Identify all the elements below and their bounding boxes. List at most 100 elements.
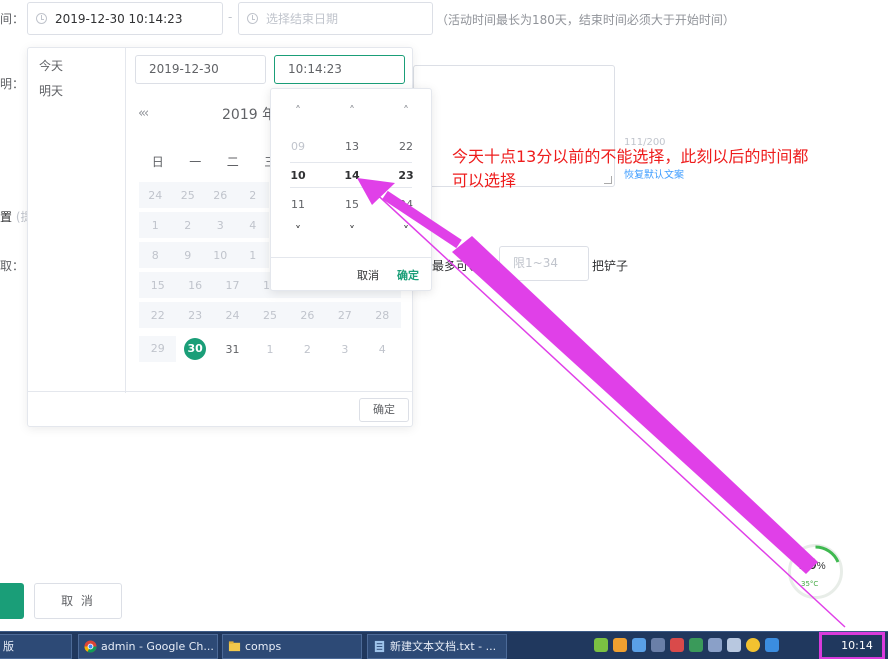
cancel-button[interactable]: 取 消 [34, 583, 122, 619]
hours-down-arrow[interactable]: ˅ [271, 224, 325, 238]
folder-icon [228, 641, 241, 652]
picker-footer: 确定 [28, 391, 412, 426]
annotation-note: 今天十点13分以前的不能选择，此刻以后的时间都 可以选择 [452, 145, 882, 193]
shortcut-today[interactable]: 今天 [28, 56, 125, 81]
shortcut-tomorrow[interactable]: 明天 [28, 81, 125, 106]
year-month-label: 2019 年 [222, 107, 277, 123]
taskbar-item-notepad[interactable]: 新建文本文档.txt - ... [367, 634, 507, 659]
description-label: 明： [0, 77, 25, 91]
input-method-icon[interactable] [632, 638, 646, 652]
gauge-temperature: 35°C [801, 580, 819, 588]
day-cell[interactable]: 3 [326, 343, 363, 356]
end-datetime-input[interactable]: 选择结束日期 [238, 2, 433, 35]
calendar-week-row: 1 2 3 4 [139, 212, 269, 238]
day-cell: 1 [249, 248, 257, 262]
receive-label: 取： [0, 259, 25, 273]
day-cell: 1 [151, 218, 159, 232]
day-cell: 2 [184, 218, 192, 232]
day-cell: 26 [300, 308, 315, 322]
day-cell: 25 [180, 188, 195, 202]
taskbar-clock[interactable]: 10:14 [819, 632, 885, 659]
hours-column[interactable]: ˄ 09 10 11 ˅ [271, 89, 325, 259]
today-badge: 30 [184, 338, 207, 360]
minute-option-selected[interactable]: 14 [325, 169, 379, 182]
calendar-week-row: 8 9 10 1 [139, 242, 269, 268]
start-datetime-input[interactable]: 2019-12-30 10:14:23 [27, 2, 223, 35]
picker-sidebar: 今天 明天 [28, 48, 126, 393]
prev-year-button[interactable]: «‹ [138, 106, 149, 121]
time-spinner-panel: ˄ 09 10 11 ˅ ˄ 13 14 15 ˅ ˄ 22 23 24 ˅ 取… [270, 88, 432, 291]
submit-button[interactable] [0, 583, 24, 619]
notepad-icon [374, 640, 385, 653]
day-cell: 16 [188, 278, 203, 292]
weekday-label: 一 [189, 154, 202, 169]
hours-up-arrow[interactable]: ˄ [271, 104, 325, 118]
picker-confirm-button[interactable]: 确定 [359, 398, 409, 422]
picker-date-input[interactable]: 2019-12-30 [135, 55, 266, 84]
weekday-label: 日 [151, 154, 164, 169]
calendar-week-row: 22 23 24 25 26 27 28 [139, 302, 401, 328]
chrome-icon [84, 640, 97, 653]
max-receive-label: 最多可领取 [432, 259, 493, 273]
minutes-down-arrow[interactable]: ˅ [325, 224, 379, 238]
today-cell[interactable]: 30 [176, 338, 213, 360]
taskbar-item[interactable]: 版 [0, 634, 72, 659]
day-cell[interactable]: 31 [214, 343, 251, 356]
limit-input[interactable]: 限1~34 [499, 246, 589, 281]
spinner-cancel-button[interactable]: 取消 [357, 267, 379, 283]
second-option-selected[interactable]: 23 [379, 169, 433, 182]
day-cell: 15 [150, 278, 165, 292]
day-cell: 29 [139, 336, 177, 362]
hour-option: 09 [291, 140, 305, 153]
flag-icon[interactable] [670, 638, 684, 652]
day-cell: 23 [188, 308, 203, 322]
minutes-column[interactable]: ˄ 13 14 15 ˅ [325, 89, 379, 259]
day-cell: 25 [262, 308, 277, 322]
taskbar-item-folder[interactable]: comps [222, 634, 362, 659]
range-separator: - [228, 10, 233, 24]
day-cell: 24 [225, 308, 240, 322]
minutes-up-arrow[interactable]: ˄ [325, 104, 379, 118]
minute-option[interactable]: 13 [325, 140, 379, 153]
day-cell: 24 [148, 188, 163, 202]
wechat-icon[interactable] [594, 638, 608, 652]
hour-option[interactable]: 11 [271, 198, 325, 211]
seconds-down-arrow[interactable]: ˅ [379, 224, 433, 238]
security-app-icon[interactable] [746, 638, 760, 652]
calendar-app-icon[interactable] [765, 638, 779, 652]
annotation-line-2: 可以选择 [452, 171, 517, 190]
picker-time-input[interactable]: 10:14:23 [274, 55, 405, 84]
second-option[interactable]: 24 [379, 198, 433, 211]
qq-icon[interactable] [613, 638, 627, 652]
day-cell: 28 [375, 308, 390, 322]
day-cell[interactable]: 4 [364, 343, 401, 356]
seconds-up-arrow[interactable]: ˄ [379, 104, 433, 118]
seconds-column[interactable]: ˄ 22 23 24 ˅ [379, 89, 433, 259]
windows-taskbar: 版 admin - Google Ch... comps 新建文本文档.txt … [0, 631, 888, 659]
network-icon[interactable] [708, 638, 722, 652]
taskbar-item-label: 新建文本文档.txt - ... [390, 640, 497, 653]
gauge-percent: 20% [799, 556, 826, 573]
spinner-footer: 取消 确定 [271, 257, 431, 290]
spinner-ok-button[interactable]: 确定 [397, 267, 419, 283]
calendar-week-row: 29 30 31 1 2 3 4 [139, 332, 401, 366]
taskbar-item-label: 版 [3, 640, 14, 653]
day-cell: 2 [249, 188, 257, 202]
day-cell[interactable]: 1 [251, 343, 288, 356]
minute-option[interactable]: 15 [325, 198, 379, 211]
taskbar-item-label: admin - Google Ch... [101, 640, 214, 653]
network-tool-icon[interactable] [651, 638, 665, 652]
calendar-week-row: 24 25 26 2 [139, 182, 269, 208]
time-hint: （活动时间最长为180天，结束时间必须大于开始时间） [436, 13, 735, 27]
second-option[interactable]: 22 [379, 140, 433, 153]
volume-icon[interactable] [727, 638, 741, 652]
hour-option-selected[interactable]: 10 [271, 169, 325, 182]
unit-label: 把铲子 [592, 259, 629, 273]
day-cell[interactable]: 2 [289, 343, 326, 356]
clock-icon [36, 13, 47, 24]
taskbar-item-chrome[interactable]: admin - Google Ch... [78, 634, 218, 659]
day-cell: 26 [213, 188, 228, 202]
shield-icon[interactable] [689, 638, 703, 652]
performance-gauge[interactable]: 20% 35°C [788, 544, 843, 599]
system-tray [594, 638, 779, 654]
